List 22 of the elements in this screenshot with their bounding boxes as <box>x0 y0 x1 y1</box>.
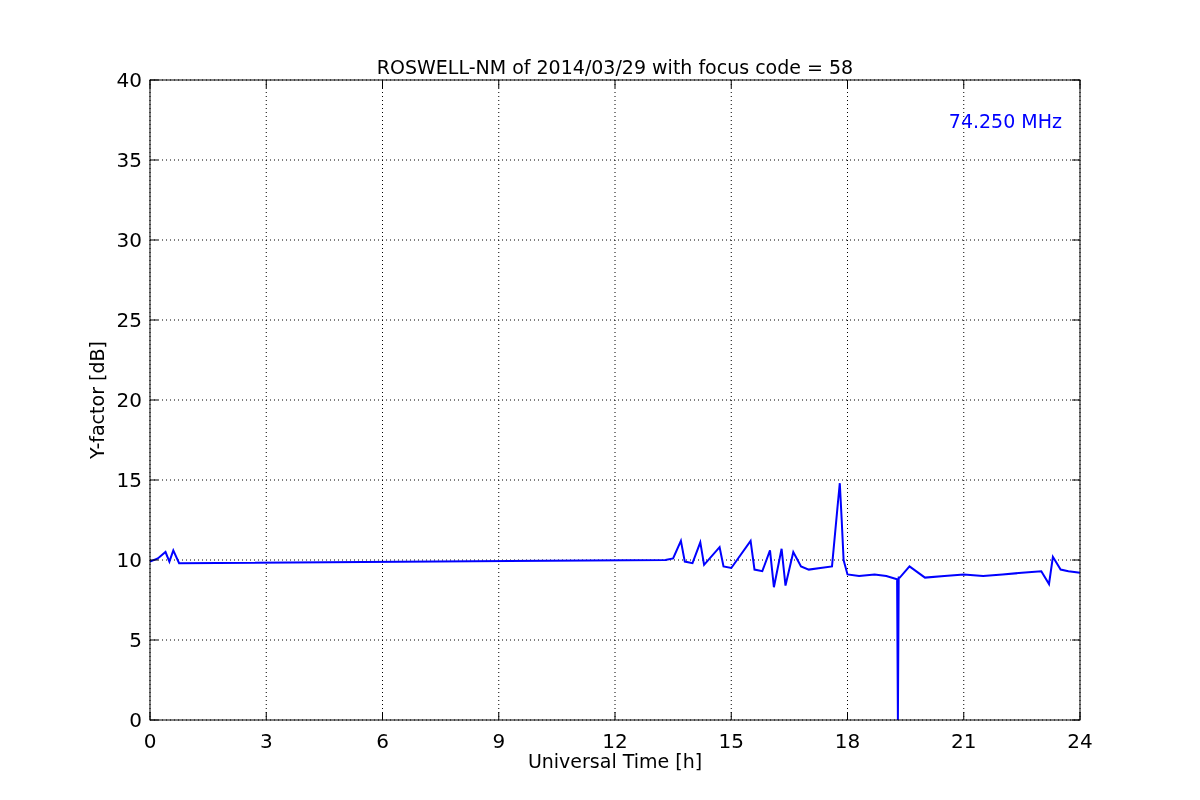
x-tick-label: 18 <box>834 729 861 753</box>
y-tick-label: 25 <box>116 308 142 332</box>
y-tick-label: 10 <box>116 548 142 572</box>
x-tick-label: 6 <box>376 729 389 753</box>
x-axis-label: Universal Time [h] <box>527 750 703 772</box>
chart-title: ROSWELL-NM of 2014/03/29 with focus code = 58 <box>376 56 854 78</box>
x-tick-label: 15 <box>718 729 744 753</box>
y-tick-label: 35 <box>116 148 142 172</box>
x-tick-label: 9 <box>492 729 506 753</box>
y-tick-label: 15 <box>116 468 142 492</box>
y-tick-label: 0 <box>129 708 142 732</box>
x-tick-label: 12 <box>602 729 628 753</box>
y-tick-label: 20 <box>116 388 142 412</box>
y-axis-label: Y-factor [dB] <box>86 341 108 459</box>
x-tick-label: 3 <box>259 729 273 753</box>
x-tick-label: 0 <box>143 729 157 753</box>
y-tick-label: 30 <box>116 228 142 252</box>
frequency-label: 74.250 MHz <box>948 110 1062 132</box>
x-tick-label: 24 <box>1067 729 1093 753</box>
y-tick-label: 40 <box>116 68 142 92</box>
x-tick-label: 21 <box>951 729 977 753</box>
y-tick-label: 5 <box>129 628 142 652</box>
